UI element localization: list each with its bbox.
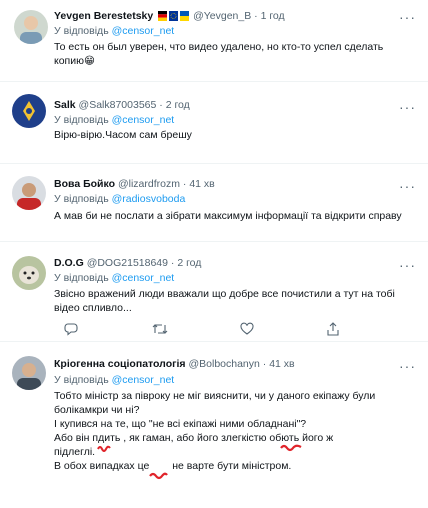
avatar[interactable]: [14, 10, 48, 44]
reply-context: У відповідь @radiosvoboda: [54, 192, 185, 206]
reply-mention[interactable]: @censor_net: [112, 25, 175, 37]
reply-icon[interactable]: [64, 322, 80, 338]
reply-prefix: У відповідь: [54, 374, 109, 386]
more-options-icon[interactable]: ···: [399, 10, 416, 24]
reply-prefix: У відповідь: [54, 272, 109, 284]
tweet-text: А мав би не послати а зібрати максимум і…: [54, 210, 402, 222]
tweet-line: відео спливло...: [54, 302, 132, 314]
timestamp[interactable]: 2 год: [177, 257, 201, 269]
reply-prefix: У відповідь: [54, 114, 109, 126]
author-handle[interactable]: @Yevgen_B: [193, 10, 251, 22]
reply-mention[interactable]: @censor_net: [112, 272, 175, 284]
author-handle[interactable]: @Bolbochanyn: [188, 358, 259, 370]
tweet-fragment: не варте бути міністром.: [169, 460, 292, 472]
tweet-text: То есть он был уверен, что видео удалено…: [54, 40, 414, 68]
author-name[interactable]: Yevgen Berestetsky: [54, 10, 153, 22]
more-options-icon[interactable]: ···: [399, 258, 416, 272]
timestamp[interactable]: 2 год: [166, 99, 190, 111]
more-options-icon[interactable]: ···: [399, 100, 416, 114]
reply-mention[interactable]: @censor_net: [112, 374, 175, 386]
tweet-line: І купився на те, що "не всі екіпажі ними…: [54, 418, 307, 430]
tweet-text: Вірю-вірю.Часом сам брешу: [54, 129, 192, 141]
separator-dot: ·: [159, 99, 163, 111]
tweet-fragment: В обох випадках це: [54, 460, 150, 472]
author-name[interactable]: Вова Бойко: [54, 178, 115, 190]
avatar[interactable]: [12, 94, 46, 128]
tweet-line: копию: [54, 55, 84, 67]
share-icon[interactable]: [326, 322, 342, 338]
flags-icon: [158, 11, 190, 25]
separator-dot: ·: [254, 10, 258, 22]
grin-emoji-icon: 😁: [83, 55, 95, 67]
tweet[interactable]: Кріогенна соціопатологія @Bolbochanyn · …: [0, 342, 428, 508]
separator-dot: ·: [262, 358, 267, 370]
author-name[interactable]: D.O.G: [54, 257, 84, 269]
reply-mention[interactable]: @radiosvoboda: [112, 193, 186, 205]
author-name[interactable]: Salk: [54, 99, 76, 111]
tweet-line: болікамкри чи ні?: [54, 404, 140, 416]
reply-prefix: У відповідь: [54, 193, 109, 205]
tweet[interactable]: D.O.G @DOG21518649 · 2 год ··· У відпові…: [0, 242, 428, 342]
timestamp[interactable]: 1 год: [261, 10, 285, 22]
author-handle[interactable]: @Salk87003565: [79, 99, 157, 111]
avatar[interactable]: [12, 256, 46, 290]
reply-context: У відповідь @censor_net: [54, 113, 174, 127]
author-name[interactable]: Кріогенна соціопатологія: [54, 358, 186, 370]
reply-prefix: У відповідь: [54, 25, 109, 37]
avatar[interactable]: [12, 356, 46, 390]
tweet-actions: [64, 322, 394, 338]
timestamp[interactable]: 41 хв: [269, 358, 294, 370]
more-options-icon[interactable]: ···: [399, 179, 416, 193]
tweet-fragment: дить , як гаман, або його злегкістю об: [98, 432, 282, 444]
tweet-fragment: Або він п: [54, 432, 99, 444]
like-icon[interactable]: [240, 322, 256, 338]
avatar[interactable]: [12, 176, 46, 210]
reply-context: У відповідь @censor_net: [54, 271, 174, 285]
more-options-icon[interactable]: ···: [399, 359, 416, 373]
timestamp[interactable]: 41 хв: [189, 178, 214, 190]
tweet-line: Тобто міністр за півроку не міг вияснити…: [54, 390, 376, 402]
author-handle[interactable]: @lizardfrozm: [118, 178, 180, 190]
separator-dot: ·: [182, 178, 187, 190]
reply-context: У відповідь @censor_net: [54, 373, 174, 387]
author-handle[interactable]: @DOG21518649: [87, 257, 168, 269]
separator-dot: ·: [170, 257, 175, 269]
tweet[interactable]: Yevgen Berestetsky @Yevgen_B · 1 год ···…: [0, 0, 428, 82]
reply-context: У відповідь @censor_net: [54, 24, 174, 38]
tweet-line: Звісно вражений люди вважали що добре вс…: [54, 288, 395, 300]
reply-mention[interactable]: @censor_net: [112, 114, 175, 126]
tweet[interactable]: Salk @Salk87003565 · 2 год ··· У відпові…: [0, 82, 428, 164]
retweet-icon[interactable]: [152, 322, 168, 338]
tweet[interactable]: Вова Бойко @lizardfrozm · 41 хв ··· У ві…: [0, 164, 428, 242]
tweet-line: То есть он был уверен, что видео удалено…: [54, 41, 384, 53]
